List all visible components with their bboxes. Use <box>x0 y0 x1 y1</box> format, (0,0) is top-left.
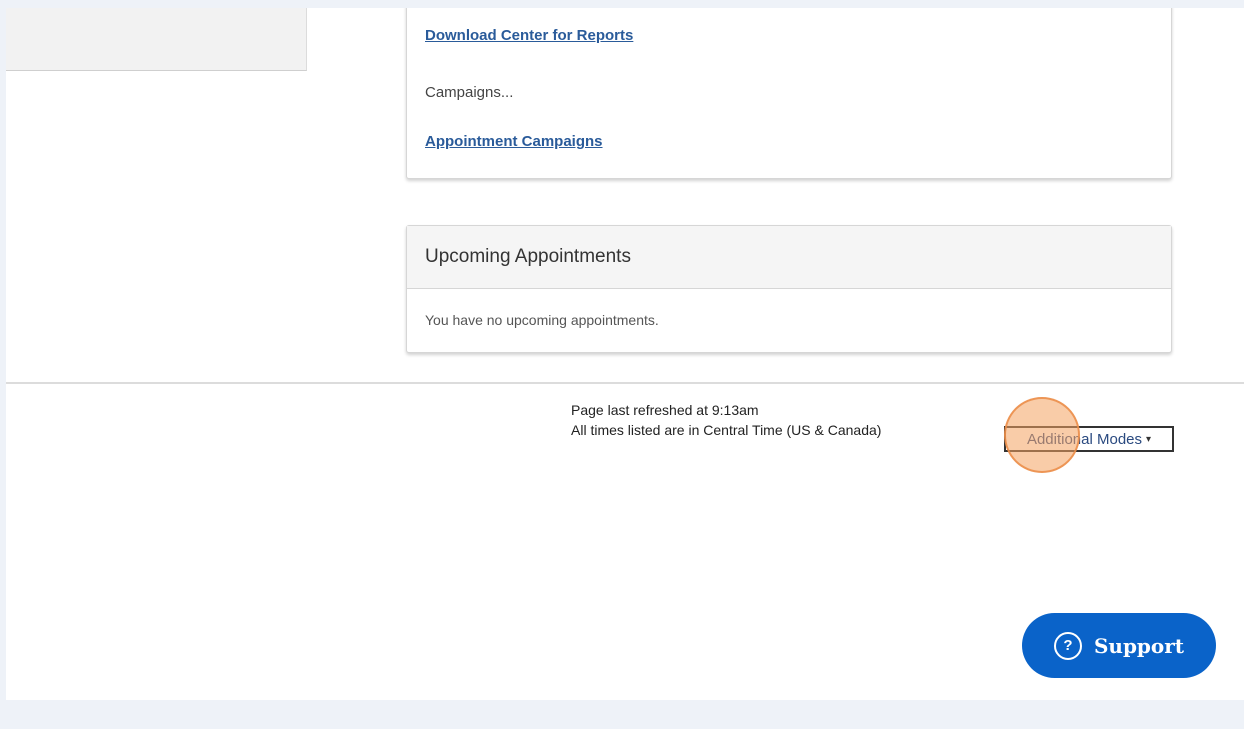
footer-divider <box>6 382 1244 384</box>
download-center-link[interactable]: Download Center for Reports <box>425 27 633 44</box>
left-sidebar-panel <box>6 8 307 71</box>
additional-modes-dropdown[interactable]: Additional Modes ▾ <box>1004 426 1174 452</box>
caret-down-icon: ▾ <box>1146 433 1152 445</box>
upcoming-appointments-title: Upcoming Appointments <box>407 226 1171 289</box>
footer-info: Page last refreshed at 9:13am All times … <box>571 400 881 440</box>
quick-links-card: Download Center for Reports Campaigns...… <box>406 8 1172 179</box>
page: Download Center for Reports Campaigns...… <box>6 8 1244 700</box>
upcoming-appointments-card: Upcoming Appointments You have no upcomi… <box>406 225 1172 353</box>
support-button[interactable]: ? Support <box>1022 613 1216 678</box>
last-refreshed-text: Page last refreshed at 9:13am <box>571 402 759 418</box>
appointment-campaigns-link[interactable]: Appointment Campaigns <box>425 133 603 150</box>
timezone-text: All times listed are in Central Time (US… <box>571 422 882 438</box>
campaigns-label: Campaigns... <box>425 84 514 101</box>
help-circle-icon: ? <box>1053 631 1082 660</box>
no-appointments-message: You have no upcoming appointments. <box>425 312 659 328</box>
support-label: Support <box>1093 633 1185 658</box>
additional-modes-label: Additional Modes <box>1026 430 1143 448</box>
